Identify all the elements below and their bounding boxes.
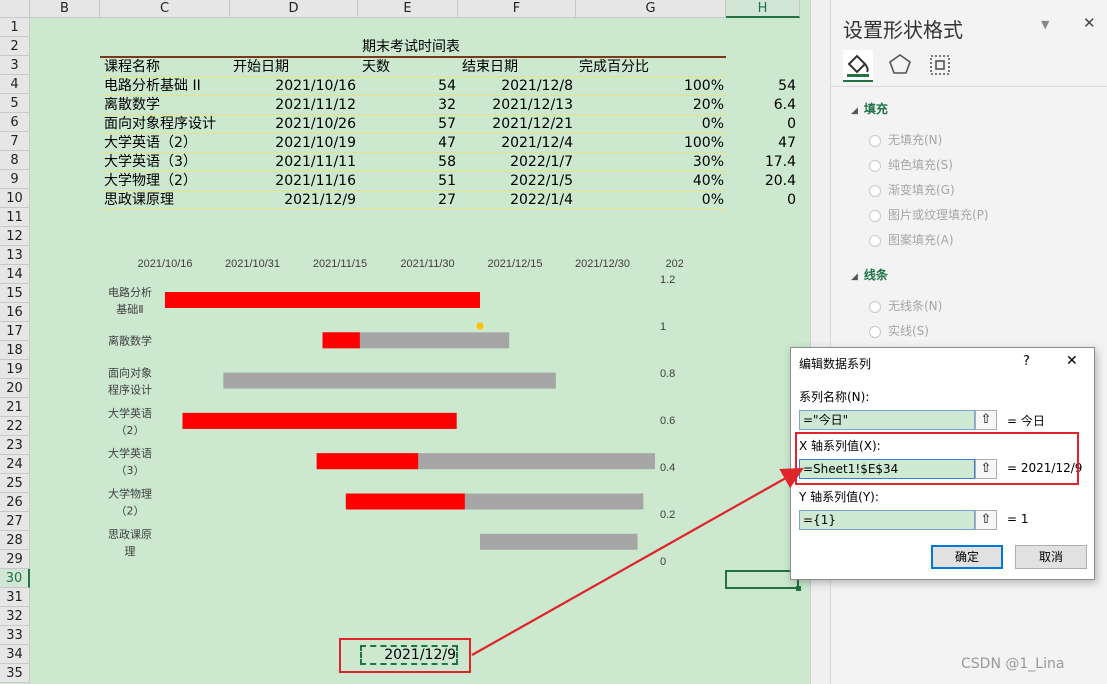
arrow-line — [471, 467, 804, 656]
annotation-arrow — [471, 467, 804, 656]
